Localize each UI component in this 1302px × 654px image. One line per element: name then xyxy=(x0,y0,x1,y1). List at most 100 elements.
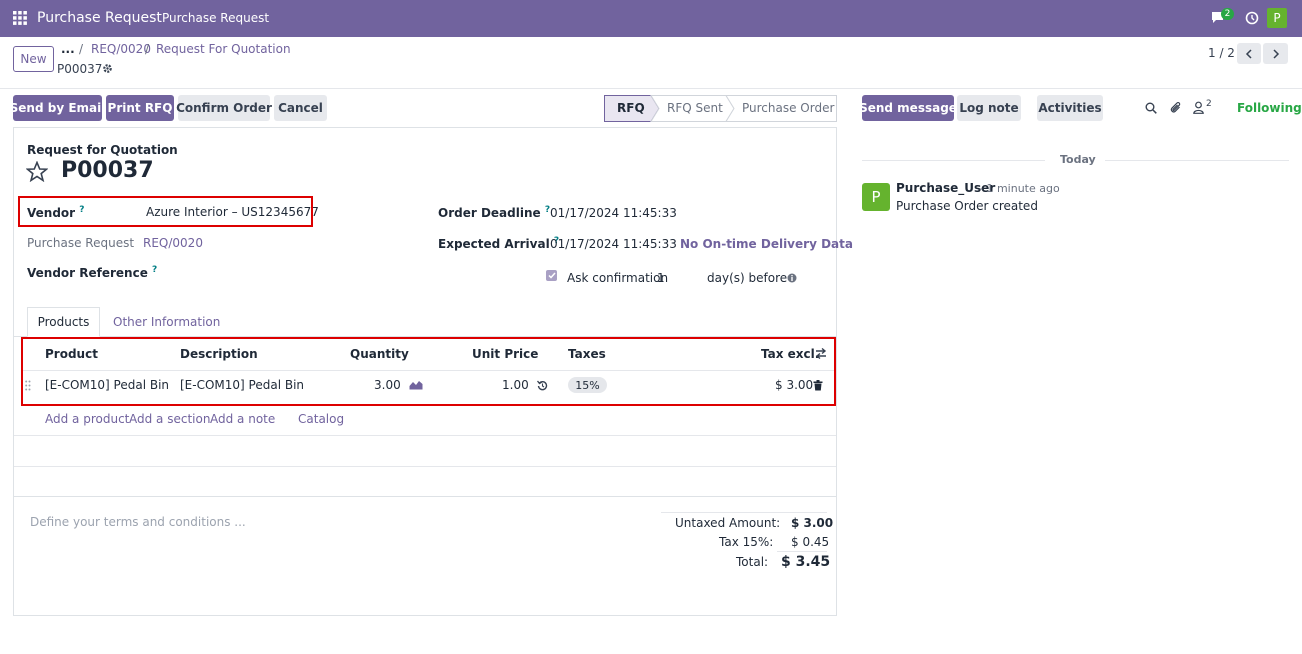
untaxed-amount-label: Untaxed Amount: xyxy=(675,516,781,530)
total-label: Total: xyxy=(736,555,769,569)
no-ontime-delivery-link[interactable]: No On-time Delivery Data xyxy=(680,237,853,251)
trash-icon[interactable] xyxy=(813,380,823,391)
app-name[interactable]: Purchase Request xyxy=(37,10,162,26)
message-avatar[interactable]: P xyxy=(862,183,890,211)
form-sheet xyxy=(13,127,837,616)
table-header-divider xyxy=(23,370,835,371)
order-deadline-label: Order Deadline ? xyxy=(438,205,551,220)
tax-label: Tax 15%: xyxy=(719,535,774,549)
breadcrumb-separator: / xyxy=(79,42,84,56)
user-avatar[interactable]: P xyxy=(1267,8,1287,28)
pager-previous-button[interactable] xyxy=(1237,43,1261,64)
table-row-divider xyxy=(14,435,836,436)
send-by-email-button[interactable]: Send by Email xyxy=(10,95,105,121)
table-bottom-divider xyxy=(14,496,836,497)
ask-confirmation-checkbox[interactable] xyxy=(546,270,557,281)
expected-arrival-label: Expected Arrival ? xyxy=(438,236,560,251)
ask-confirmation-label: Ask confirmation xyxy=(567,271,669,285)
vendor-label: Vendor ? xyxy=(27,205,85,220)
log-note-button[interactable]: Log note xyxy=(957,95,1021,121)
col-taxes-header[interactable]: Taxes xyxy=(568,347,606,361)
control-panel-divider xyxy=(0,88,1302,89)
col-quantity-header[interactable]: Quantity xyxy=(350,347,409,361)
breadcrumb-separator: / xyxy=(145,42,150,56)
gear-icon[interactable] xyxy=(102,63,113,74)
totals-divider xyxy=(661,512,827,513)
add-section-link[interactable]: Add a section xyxy=(129,412,210,426)
tax-value: $ 0.45 xyxy=(791,535,830,549)
total-divider xyxy=(777,551,827,552)
print-rfq-button[interactable]: Print RFQ xyxy=(106,95,174,121)
chevron-left-icon xyxy=(1245,48,1252,59)
history-icon[interactable] xyxy=(537,380,548,391)
tabs-divider xyxy=(14,336,836,337)
col-description-header[interactable]: Description xyxy=(180,347,258,361)
search-icon[interactable] xyxy=(1145,102,1157,114)
breadcrumb-req[interactable]: REQ/0020 xyxy=(91,42,151,56)
col-tax-excl-header[interactable]: Tax excl. xyxy=(761,347,819,361)
expected-arrival-field[interactable]: 01/17/2024 11:45:33 xyxy=(550,237,677,251)
star-icon[interactable] xyxy=(26,161,48,182)
drag-handle-icon[interactable] xyxy=(25,380,31,391)
chevron-right-icon xyxy=(1272,48,1279,59)
help-icon[interactable]: ? xyxy=(79,205,84,215)
pager-value[interactable]: 1 / 2 xyxy=(1208,46,1235,60)
column-settings-icon[interactable] xyxy=(815,348,827,359)
menu-purchase-request[interactable]: Purchase Request xyxy=(162,11,269,25)
line-product[interactable]: [E-COM10] Pedal Bin xyxy=(45,378,169,392)
col-product-header[interactable]: Product xyxy=(45,347,98,361)
line-quantity[interactable]: 3.00 xyxy=(374,378,401,392)
add-product-link[interactable]: Add a product xyxy=(45,412,129,426)
ask-days-field[interactable]: 1 xyxy=(657,271,665,285)
followers-count: 2 xyxy=(1206,99,1212,109)
doc-type-label: Request for Quotation xyxy=(27,143,178,157)
new-button[interactable]: New xyxy=(13,46,54,72)
confirm-order-button[interactable]: Confirm Order xyxy=(176,95,272,121)
activities-button[interactable]: Activities xyxy=(1037,95,1103,121)
pager-next-button[interactable] xyxy=(1263,43,1288,64)
total-value: $ 3.45 xyxy=(781,554,831,570)
untaxed-amount-value: $ 3.00 xyxy=(791,516,834,530)
help-icon[interactable]: ? xyxy=(152,265,157,275)
paperclip-icon[interactable] xyxy=(1170,101,1182,114)
vendor-field[interactable]: Azure Interior – US12345677 xyxy=(146,205,319,219)
forecast-chart-icon[interactable] xyxy=(409,380,423,390)
record-name: P00037 xyxy=(57,62,103,76)
tab-products[interactable]: Products xyxy=(27,307,100,337)
stage-purchase-order[interactable]: Purchase Order xyxy=(742,101,834,115)
add-note-link[interactable]: Add a note xyxy=(210,412,275,426)
checkmark-icon xyxy=(547,272,556,279)
vendor-reference-label: Vendor Reference ? xyxy=(27,265,158,280)
stage-rfq[interactable]: RFQ xyxy=(617,101,645,115)
apps-grid-icon[interactable] xyxy=(13,11,27,25)
catalog-link[interactable]: Catalog xyxy=(298,412,344,426)
top-navbar: Purchase Request Purchase Request 2 P xyxy=(0,0,1302,37)
cancel-button[interactable]: Cancel xyxy=(274,95,327,121)
purchase-request-link[interactable]: REQ/0020 xyxy=(143,236,203,250)
date-separator-line xyxy=(1105,160,1289,161)
purchase-request-label: Purchase Request xyxy=(27,236,135,250)
date-separator-line xyxy=(862,160,1045,161)
tax-badge[interactable]: 15% xyxy=(568,377,607,393)
terms-conditions-field[interactable]: Define your terms and conditions ... xyxy=(30,515,246,529)
info-icon[interactable] xyxy=(787,273,797,283)
message-time: - 1 minute ago xyxy=(979,182,1060,195)
send-message-button[interactable]: Send message xyxy=(859,95,957,121)
message-body: Purchase Order created xyxy=(896,199,1038,213)
breadcrumb-ellipsis[interactable]: ... xyxy=(61,42,75,56)
line-description[interactable]: [E-COM10] Pedal Bin xyxy=(180,378,304,392)
following-button[interactable]: Following xyxy=(1237,101,1302,115)
doc-name: P00037 xyxy=(61,158,154,183)
clock-icon[interactable] xyxy=(1245,11,1259,25)
followers-icon[interactable] xyxy=(1193,101,1204,114)
line-subtotal: $ 3.00 xyxy=(775,378,814,392)
stage-rfq-sent[interactable]: RFQ Sent xyxy=(667,101,723,115)
tab-other-information[interactable]: Other Information xyxy=(113,315,220,329)
line-unit-price[interactable]: 1.00 xyxy=(502,378,529,392)
order-deadline-field[interactable]: 01/17/2024 11:45:33 xyxy=(550,206,677,220)
breadcrumb-rfq[interactable]: Request For Quotation xyxy=(156,42,291,56)
date-separator: Today xyxy=(1060,153,1096,166)
days-before-label: day(s) before xyxy=(707,271,788,285)
col-unit-price-header[interactable]: Unit Price xyxy=(472,347,538,361)
table-row-divider xyxy=(14,466,836,467)
